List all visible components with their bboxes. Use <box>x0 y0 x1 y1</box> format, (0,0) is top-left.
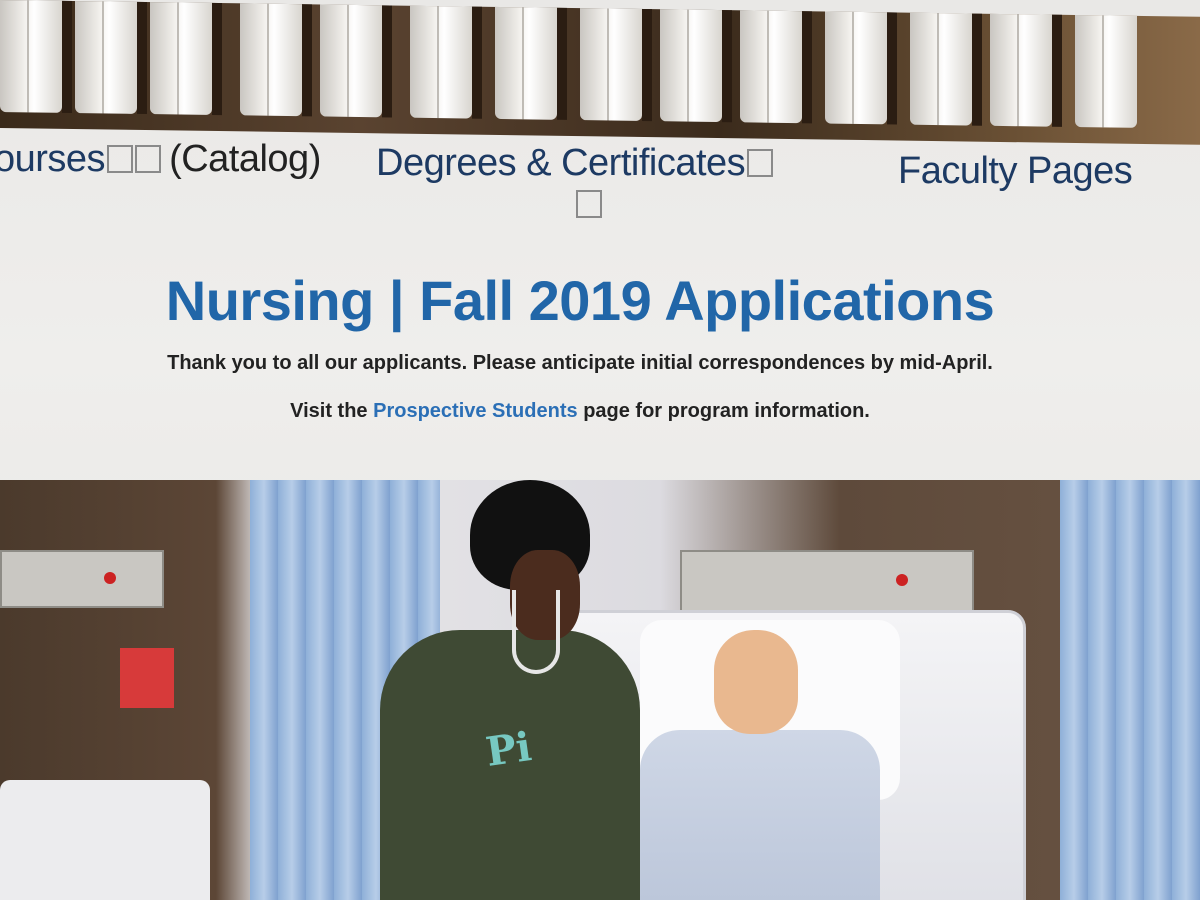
banner-coat <box>0 0 62 113</box>
banner-coat <box>1075 9 1137 128</box>
panel-knob <box>896 574 908 586</box>
visit-line: Visit the Prospective Students page for … <box>0 400 1160 423</box>
hospital-bed <box>0 780 210 900</box>
banner-coat <box>410 0 472 119</box>
banner-coat <box>580 2 642 121</box>
box-glyph-icon <box>107 145 134 173</box>
banner-coat <box>150 0 212 115</box>
nav-faculty-pages[interactable]: Faculty Pages <box>898 150 1133 193</box>
box-glyph-icon <box>576 190 602 218</box>
nav-degrees-certificates[interactable]: Degrees & Certificates <box>376 142 774 185</box>
panel-knob <box>104 572 116 584</box>
nav-degrees-label[interactable]: Degrees & Certificates <box>376 142 746 184</box>
banner-coat <box>910 6 972 126</box>
banner-coat <box>495 0 557 120</box>
nav-courses-catalog[interactable]: ourses (Catalog) <box>0 138 321 181</box>
banner-coat <box>320 0 382 118</box>
banner-coat <box>660 3 722 123</box>
banner-coat <box>825 5 887 125</box>
banner-coat <box>990 7 1052 127</box>
header-banner-image <box>0 0 1200 145</box>
sweatshirt-logo: Pi <box>482 723 535 776</box>
wall-red-sign <box>120 648 174 708</box>
visit-suffix: page for program information. <box>583 400 870 422</box>
hero-image: Pi <box>0 480 1200 900</box>
visit-prefix: Visit the <box>290 400 368 422</box>
wall-gas-panel <box>680 550 974 616</box>
stethoscope <box>512 590 560 674</box>
prospective-students-link[interactable]: Prospective Students <box>373 400 578 422</box>
banner-coat <box>75 0 137 114</box>
wall-gas-panel <box>0 550 164 608</box>
banner-coat <box>740 4 802 124</box>
privacy-curtain <box>1060 480 1200 900</box>
browser-screen: ourses (Catalog) Degrees & Certificates F… <box>0 0 1200 900</box>
thank-you-text: Thank you to all our applicants. Please … <box>167 352 993 374</box>
box-glyph-icon <box>135 145 162 173</box>
nav-courses-label[interactable]: ourses <box>0 138 106 180</box>
nav-faculty-label[interactable]: Faculty Pages <box>898 150 1133 192</box>
manikin-head <box>714 630 798 734</box>
nav-catalog-label[interactable]: (Catalog) <box>169 138 321 180</box>
box-glyph-icon <box>747 149 774 177</box>
manikin-gown <box>640 730 880 900</box>
banner-coat <box>240 0 302 117</box>
page-title: Nursing | Fall 2019 Applications <box>165 269 995 332</box>
